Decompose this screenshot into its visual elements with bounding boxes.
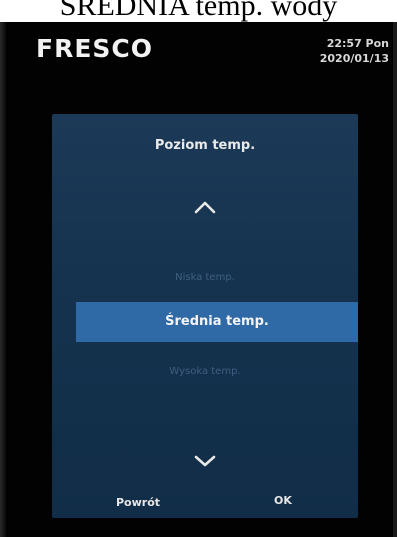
- option-low-temp[interactable]: Niska temp.: [52, 272, 358, 283]
- temperature-menu-panel: Poziom temp. Niska temp. Średnia temp. W…: [52, 114, 358, 518]
- back-button[interactable]: Powrót: [116, 496, 160, 509]
- time-text: 22:57 Pon: [326, 37, 389, 50]
- date-text: 2020/01/13: [319, 52, 389, 65]
- device-screen: FRESCO 22:57 Pon 2020/01/13 Poziom temp.…: [0, 22, 397, 537]
- bezel-edge: [0, 22, 6, 537]
- clock-display: 22:57 Pon 2020/01/13: [320, 36, 389, 66]
- option-medium-temp[interactable]: Średnia temp.: [76, 302, 358, 342]
- menu-title: Poziom temp.: [154, 138, 256, 153]
- bezel-edge: [393, 22, 397, 537]
- chevron-down-icon[interactable]: [190, 452, 220, 470]
- chevron-up-icon[interactable]: [190, 198, 220, 216]
- option-high-temp[interactable]: Wysoka temp.: [52, 366, 358, 377]
- brand-logo: FRESCO: [36, 34, 154, 63]
- ok-button[interactable]: OK: [274, 494, 292, 507]
